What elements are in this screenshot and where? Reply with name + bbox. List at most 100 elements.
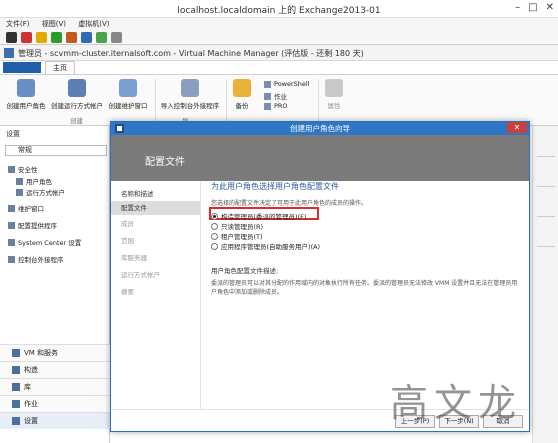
- minimize-icon[interactable]: –: [515, 2, 520, 13]
- watermark: 高文龙: [390, 381, 523, 425]
- vmm-title: 管理员 - scvmm-cluster.iternalsoft.com - Vi…: [18, 49, 364, 58]
- close-icon[interactable]: ✕: [546, 2, 554, 13]
- navigation-pane: 设置 常规 安全性 用户角色 运行方式帐户 维护窗口 配置提供程序 System…: [0, 126, 110, 443]
- power-off-icon[interactable]: [21, 31, 32, 43]
- play-icon[interactable]: [51, 31, 62, 43]
- nav-item-config-providers[interactable]: 配置提供程序: [8, 220, 57, 230]
- jobs-icon: [12, 400, 20, 408]
- nav-item-security[interactable]: 安全性: [8, 164, 38, 174]
- account-icon: [16, 188, 23, 196]
- nav-item-console-addins[interactable]: 控制台外接程序: [8, 254, 64, 264]
- vmm-app-icon: [4, 48, 14, 58]
- profile-description-text: 委派的管理员可以对其分配的作用域内的对象执行所有任务。委派的管理员无法修改 VM…: [211, 280, 518, 296]
- divider: [537, 246, 555, 247]
- divider: [537, 186, 555, 187]
- wizard-steps: 名称和描述 配置文件 成员 范围 库服务器 运行方式帐户 摘要: [111, 181, 201, 409]
- shutdown-icon[interactable]: [66, 31, 77, 43]
- vmm-title-bar: 管理员 - scvmm-cluster.iternalsoft.com - Vi…: [0, 45, 558, 61]
- maintenance-window-icon: [119, 79, 137, 97]
- library-icon: [12, 383, 20, 391]
- workspace-library[interactable]: 库: [0, 378, 110, 395]
- menu-file[interactable]: 文件(F): [6, 20, 30, 28]
- host-window-controls: – □ ✕: [515, 2, 554, 13]
- pro-icon: [264, 102, 271, 110]
- content-description: 您选择的配置文件决定了可用于此用户角色的成员的操作。: [211, 200, 368, 207]
- step-summary: 摘要: [121, 288, 134, 296]
- reset-icon[interactable]: [81, 31, 92, 43]
- file-menu-button[interactable]: [3, 62, 41, 73]
- shield-icon: [8, 165, 15, 173]
- ribbon-separator: [318, 79, 319, 123]
- workspace-settings[interactable]: 设置: [0, 412, 110, 429]
- host-title: localhost.localdomain 上的 Exchange2013-01: [177, 6, 381, 16]
- pro-button[interactable]: PRO: [264, 102, 288, 110]
- maximize-icon[interactable]: □: [528, 2, 537, 13]
- vm-icon: [12, 349, 20, 357]
- snapshot-icon[interactable]: [96, 31, 107, 43]
- radio-readonly-admin[interactable]: 只读管理员(R): [211, 221, 263, 231]
- jobs-icon: [264, 92, 271, 100]
- dialog-banner: 配置文件: [111, 135, 529, 181]
- jobs-button[interactable]: 作业: [264, 91, 287, 101]
- divider: [537, 216, 555, 217]
- step-name-description[interactable]: 名称和描述: [111, 187, 200, 201]
- stop-icon[interactable]: [6, 31, 17, 43]
- fabric-icon: [12, 366, 20, 374]
- nav-item-system-center[interactable]: System Center 设置: [8, 237, 81, 247]
- details-strip: [532, 126, 558, 443]
- banner-title: 配置文件: [145, 157, 185, 168]
- host-menu-bar: 文件(F) 视图(V) 虚拟机(V): [0, 18, 558, 30]
- nav-item-maintenance-windows[interactable]: 维护窗口: [8, 203, 44, 213]
- menu-view[interactable]: 视图(V): [42, 20, 66, 28]
- system-center-icon: [8, 238, 15, 246]
- pause-icon[interactable]: [36, 31, 47, 43]
- calendar-icon: [8, 204, 15, 212]
- step-profile[interactable]: 配置文件: [111, 201, 200, 215]
- user-role-icon: [17, 79, 35, 97]
- step-runas-accounts: 运行方式帐户: [121, 271, 160, 279]
- radio-button[interactable]: [211, 222, 218, 230]
- divider: [537, 156, 555, 157]
- radio-button-selected[interactable]: [211, 212, 218, 220]
- ribbon-separator: [155, 79, 156, 123]
- tab-home[interactable]: 主页: [45, 61, 75, 74]
- workspace-vms-services[interactable]: VM 和服务: [0, 344, 110, 361]
- create-runas-account-button[interactable]: 创建运行方式帐户: [50, 79, 104, 110]
- radio-button[interactable]: [211, 232, 218, 240]
- step-scope: 范围: [121, 237, 134, 245]
- backup-icon: [233, 79, 251, 97]
- radio-tenant-admin[interactable]: 租户管理员(T): [211, 231, 263, 241]
- provider-icon: [8, 221, 15, 229]
- backup-button[interactable]: 备份: [230, 79, 254, 110]
- host-title-bar: localhost.localdomain 上的 Exchange2013-01…: [0, 0, 558, 18]
- powershell-icon: [264, 80, 271, 88]
- dialog-close-button[interactable]: ✕: [507, 122, 527, 133]
- group-create-label: 创建: [70, 117, 83, 125]
- ribbon: 创建用户角色 创建运行方式帐户 创建维护窗口 创建 导入控制台外接程序 导 备份…: [0, 74, 558, 126]
- menu-vm[interactable]: 虚拟机(V): [78, 20, 109, 28]
- workspace-fabric[interactable]: 构造: [0, 361, 110, 378]
- revert-icon[interactable]: [111, 31, 122, 43]
- create-maintenance-window-button[interactable]: 创建维护窗口: [106, 79, 150, 110]
- properties-button[interactable]: 属性: [322, 79, 346, 110]
- nav-general-item[interactable]: 常规: [5, 145, 107, 156]
- host-toolbar: [0, 30, 558, 45]
- nav-item-user-roles[interactable]: 用户角色: [16, 176, 52, 186]
- radio-fabric-admin[interactable]: 构造管理员(委派的管理员)(F): [211, 211, 306, 221]
- content-heading: 为此用户角色选择用户角色配置文件: [211, 182, 339, 191]
- ribbon-separator: [226, 79, 227, 123]
- nav-header: 设置: [6, 130, 20, 138]
- runas-account-icon: [68, 79, 86, 97]
- workspace-jobs[interactable]: 作业: [0, 395, 110, 412]
- ribbon-tabs: 主页: [0, 61, 558, 74]
- create-user-role-button[interactable]: 创建用户角色: [6, 79, 46, 110]
- settings-icon: [12, 417, 20, 425]
- import-console-addin-button[interactable]: 导入控制台外接程序: [158, 79, 222, 110]
- radio-app-admin[interactable]: 应用程序管理员(自助服务用户)(A): [211, 241, 320, 251]
- step-library-servers: 库服务器: [121, 254, 147, 262]
- dialog-title-bar: 创建用户角色向导 ✕: [111, 122, 529, 135]
- nav-item-runas-accounts[interactable]: 运行方式帐户: [16, 187, 65, 197]
- powershell-button[interactable]: PowerShell: [264, 80, 310, 88]
- user-icon: [16, 177, 23, 185]
- radio-button[interactable]: [211, 242, 218, 250]
